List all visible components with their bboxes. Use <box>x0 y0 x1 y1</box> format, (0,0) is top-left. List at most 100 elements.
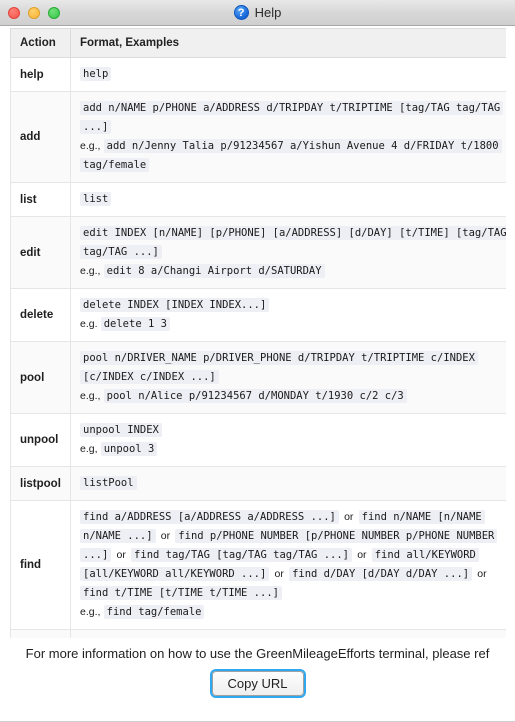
table-row: list list <box>10 182 506 217</box>
format-line: [all/KEYWORD all/KEYWORD ...] or find d/… <box>80 565 497 584</box>
format-line: pool n/DRIVER_NAME p/DRIVER_PHONE d/TRIP… <box>80 349 497 368</box>
or-separator: or <box>357 549 367 561</box>
table-row: unpool unpool INDEX e.g, unpool 3 <box>10 413 506 467</box>
action-cell: pool <box>10 341 71 414</box>
command-code: tag/female <box>80 158 150 172</box>
window-title-group: ? Help <box>0 0 515 25</box>
close-button[interactable] <box>8 6 20 19</box>
command-code: find p/PHONE NUMBER [p/PHONE NUMBER p/PH… <box>175 529 498 543</box>
command-code: [c/INDEX c/INDEX ...] <box>80 370 219 384</box>
example-label: e.g, <box>80 443 98 455</box>
format-cell: add n/NAME p/PHONE a/ADDRESS d/TRIPDAY t… <box>70 91 506 183</box>
format-line: listPool <box>80 474 497 493</box>
format-line: find a/ADDRESS [a/ADDRESS a/ADDRESS ...]… <box>80 508 497 527</box>
command-code: ...] <box>80 548 112 562</box>
format-line: tag/female <box>80 156 497 175</box>
action-cell: listpool <box>10 466 71 501</box>
or-separator: or <box>116 549 126 561</box>
command-code: unpool INDEX <box>80 423 162 437</box>
format-line: add n/NAME p/PHONE a/ADDRESS d/TRIPDAY t… <box>80 99 504 118</box>
format-line: e.g., pool n/Alice p/91234567 d/MONDAY t… <box>80 387 497 406</box>
table-row: delete delete INDEX [INDEX INDEX...] e.g. … <box>10 288 506 342</box>
format-line: help <box>80 65 497 84</box>
command-code: find n/NAME [n/NAME <box>358 510 485 524</box>
command-code: edit INDEX [n/NAME] [p/PHONE] [a/ADDRESS… <box>80 226 506 240</box>
table-row: pool pool n/DRIVER_NAME p/DRIVER_PHONE d/… <box>10 341 506 414</box>
format-cell: list <box>70 182 506 217</box>
action-cell: delete <box>10 288 71 342</box>
format-cell: findPool n/PASSENGER_NAMEeg., findpool n… <box>70 629 506 638</box>
format-line: e.g., add n/Jenny Talia p/91234567 a/Yis… <box>80 137 502 156</box>
help-window: ? Help Action Format, Examples help help a… <box>0 0 515 722</box>
command-code: help <box>80 67 112 81</box>
window-titlebar: ? Help <box>0 0 515 26</box>
action-cell: help <box>10 57 71 92</box>
command-code: find a/ADDRESS [a/ADDRESS a/ADDRESS ...] <box>80 510 339 524</box>
table-row: add add n/NAME p/PHONE a/ADDRESS d/TRIPDA… <box>10 91 506 183</box>
table-row: findPoolfindPool n/PASSENGER_NAMEeg., fi… <box>10 629 506 638</box>
format-line: [c/INDEX c/INDEX ...] <box>80 368 497 387</box>
table-head: Action Format, Examples <box>10 28 506 58</box>
help-question-icon: ? <box>233 5 249 20</box>
column-header-action: Action <box>10 28 71 58</box>
action-cell: edit <box>10 216 71 289</box>
format-line: list <box>80 190 497 209</box>
action-cell: list <box>10 182 71 217</box>
command-code: list <box>80 192 112 206</box>
command-code: find tag/female <box>103 605 205 619</box>
maximize-button[interactable] <box>48 6 60 19</box>
format-cell: delete INDEX [INDEX INDEX...] e.g. delete… <box>70 288 506 342</box>
help-footer: For more information on how to use the G… <box>0 638 515 722</box>
command-code: n/NAME ...] <box>80 529 156 543</box>
example-label: e.g., <box>80 265 101 277</box>
or-separator: or <box>274 568 284 580</box>
command-code: find t/TIME [t/TIME t/TIME ...] <box>80 586 282 600</box>
footer-note-text: For more information on how to use the G… <box>25 646 490 661</box>
help-body: Action Format, Examples help help add add n… <box>0 26 515 638</box>
command-code: listPool <box>80 476 137 490</box>
format-cell: help <box>70 57 506 92</box>
command-code: delete 1 3 <box>100 317 170 331</box>
format-line: n/NAME ...] or find p/PHONE NUMBER [p/PH… <box>80 527 498 546</box>
command-code: tag/TAG ...] <box>80 245 162 259</box>
table-body: help help add add n/NAME p/PHONE a/ADDRESS … <box>10 57 506 638</box>
format-line: ...] or find tag/TAG [tag/TAG tag/TAG ..… <box>80 546 497 565</box>
table-row: help help <box>10 57 506 92</box>
action-cell: find <box>10 500 71 630</box>
format-line: ...] <box>80 118 497 137</box>
command-code: add n/Jenny Talia p/91234567 a/Yishun Av… <box>103 139 502 153</box>
window-title: Help <box>254 5 282 20</box>
format-line: edit INDEX [n/NAME] [p/PHONE] [a/ADDRESS… <box>80 224 506 243</box>
command-table-container: Action Format, Examples help help add add n… <box>10 28 506 638</box>
command-code: find d/DAY [d/DAY d/DAY ...] <box>289 567 473 581</box>
command-code: find tag/TAG [tag/TAG tag/TAG ...] <box>131 548 352 562</box>
command-code: [all/KEYWORD all/KEYWORD ...] <box>80 567 270 581</box>
format-line: find t/TIME [t/TIME t/TIME ...] <box>80 584 497 603</box>
action-cell: unpool <box>10 413 71 467</box>
format-line: e.g., find tag/female <box>80 603 497 622</box>
format-line: unpool INDEX <box>80 421 497 440</box>
format-line: e.g. delete 1 3 <box>80 315 497 334</box>
or-separator: or <box>160 530 171 542</box>
format-cell: listPool <box>70 466 506 501</box>
table-row: find find a/ADDRESS [a/ADDRESS a/ADDRESS … <box>10 500 506 630</box>
format-cell: edit INDEX [n/NAME] [p/PHONE] [a/ADDRESS… <box>70 216 506 289</box>
command-code: add n/NAME p/PHONE a/ADDRESS d/TRIPDAY t… <box>80 101 504 115</box>
copy-url-button[interactable]: Copy URL <box>211 671 304 696</box>
action-cell: findPool <box>10 629 71 638</box>
command-code: delete INDEX [INDEX INDEX...] <box>80 298 270 312</box>
or-separator: or <box>477 568 487 580</box>
table-row: listpool listPool <box>10 466 506 501</box>
command-code: pool n/Alice p/91234567 d/MONDAY t/1930 … <box>103 389 407 403</box>
minimize-button[interactable] <box>28 6 40 19</box>
example-label: e.g., <box>80 390 101 402</box>
command-summary-table: Action Format, Examples help help add add n… <box>10 28 506 638</box>
window-controls <box>0 6 60 19</box>
command-code: ...] <box>80 120 112 134</box>
format-line: tag/TAG ...] <box>80 243 497 262</box>
command-code: unpool 3 <box>100 442 158 456</box>
format-cell: unpool INDEX e.g, unpool 3 <box>70 413 506 467</box>
command-code: pool n/DRIVER_NAME p/DRIVER_PHONE d/TRIP… <box>80 351 478 365</box>
or-separator: or <box>344 511 354 523</box>
example-label: e.g. <box>80 318 98 330</box>
